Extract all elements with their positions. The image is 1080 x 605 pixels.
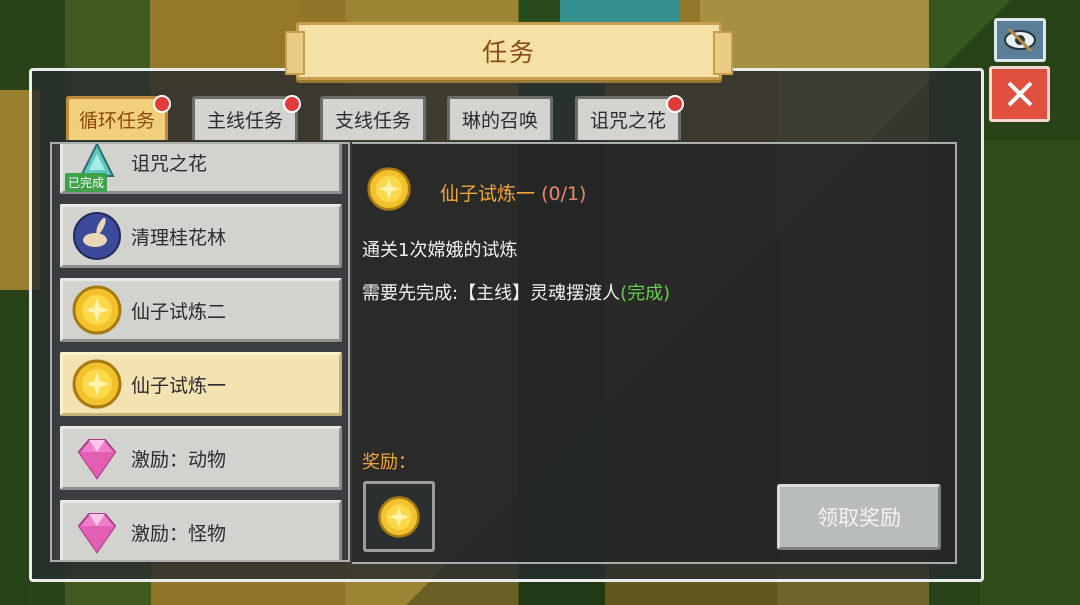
notification-dot bbox=[283, 95, 301, 113]
flower-crystal-icon: 已完成 bbox=[65, 144, 123, 192]
quest-detail: 仙子试炼一 (0/1) 通关1次嫦娥的试炼 需要先完成:【主线】灵魂摆渡人(完成… bbox=[352, 142, 957, 564]
close-button[interactable] bbox=[989, 66, 1050, 122]
tab-label: 主线任务 bbox=[206, 110, 283, 132]
quest-title: 仙子试炼一 (0/1) bbox=[440, 179, 586, 206]
claim-reward-button[interactable]: 领取奖励 bbox=[777, 484, 941, 550]
tab-side-quests[interactable]: 支线任务 bbox=[320, 96, 426, 140]
gold-coin-icon bbox=[71, 284, 123, 336]
pink-gem-icon bbox=[71, 506, 123, 558]
quest-title-text: 仙子试炼一 bbox=[440, 183, 536, 205]
prerequisite-status: (完成) bbox=[620, 283, 671, 304]
completed-badge: 已完成 bbox=[65, 173, 108, 192]
quest-list[interactable]: 已完成 诅咒之花 清理桂花林 仙子试炼二 仙子试炼一 激励：动物 激励：怪物 bbox=[50, 142, 350, 562]
list-item-label: 仙子试炼二 bbox=[131, 300, 227, 323]
reward-slot[interactable] bbox=[363, 481, 435, 552]
list-item-label: 激励：怪物 bbox=[131, 522, 227, 545]
tab-loop-quests[interactable]: 循环任务 bbox=[66, 95, 171, 140]
tab-label: 循环任务 bbox=[78, 110, 155, 132]
gold-coin-icon bbox=[71, 358, 123, 410]
list-item-fairy-trial-1[interactable]: 仙子试炼一 bbox=[60, 352, 342, 416]
list-item-label: 清理桂花林 bbox=[131, 226, 227, 249]
tab-label: 诅咒之花 bbox=[589, 110, 666, 132]
pink-gem-icon bbox=[71, 432, 123, 484]
list-item-label: 仙子试炼一 bbox=[131, 374, 227, 397]
page-title: 任务 bbox=[481, 38, 536, 67]
eye-slash-icon bbox=[1004, 27, 1036, 53]
tab-lin-summon[interactable]: 琳的召唤 bbox=[447, 96, 553, 140]
prerequisite-text: 需要先完成:【主线】灵魂摆渡人 bbox=[362, 283, 621, 304]
list-item-label: 激励：动物 bbox=[131, 448, 227, 471]
close-icon bbox=[1007, 81, 1032, 107]
list-item-fairy-trial-2[interactable]: 仙子试炼二 bbox=[60, 278, 342, 342]
rabbit-orb-icon bbox=[71, 210, 123, 262]
list-item-motivate-monsters[interactable]: 激励：怪物 bbox=[60, 500, 342, 560]
quest-progress: (0/1) bbox=[541, 183, 587, 205]
quest-prerequisite: 需要先完成:【主线】灵魂摆渡人(完成) bbox=[362, 279, 670, 305]
list-item-label: 诅咒之花 bbox=[131, 152, 208, 175]
list-item-motivate-animals[interactable]: 激励：动物 bbox=[60, 426, 342, 490]
reward-label: 奖励： bbox=[362, 452, 416, 473]
tab-cursed-flower[interactable]: 诅咒之花 bbox=[575, 95, 684, 140]
tab-label: 支线任务 bbox=[334, 110, 411, 132]
list-item-cursed-flower[interactable]: 已完成 诅咒之花 bbox=[60, 144, 342, 194]
notification-dot bbox=[153, 95, 171, 113]
list-item-clear-osmanthus[interactable]: 清理桂花林 bbox=[60, 204, 342, 268]
notification-dot bbox=[666, 95, 684, 113]
hide-ui-button[interactable] bbox=[994, 18, 1046, 62]
quest-description: 通关1次嫦娥的试炼 bbox=[362, 240, 518, 261]
gold-coin-icon bbox=[378, 495, 420, 538]
tab-main-quests[interactable]: 主线任务 bbox=[192, 95, 301, 140]
title-banner: 任务 bbox=[285, 22, 733, 80]
gold-coin-icon bbox=[366, 166, 412, 212]
tab-label: 琳的召唤 bbox=[461, 110, 538, 132]
